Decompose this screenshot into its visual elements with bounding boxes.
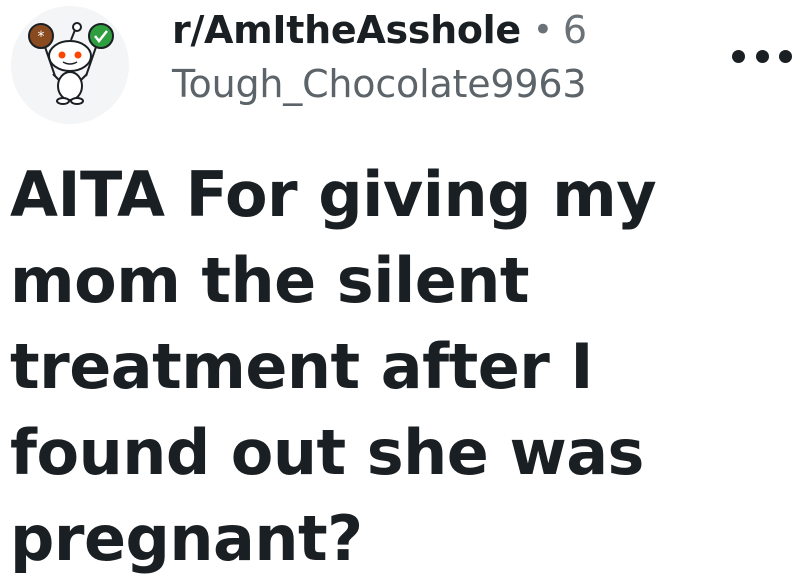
author-link[interactable]: Tough_Chocolate9963 — [172, 62, 587, 106]
post-age: 6 — [562, 8, 588, 52]
post-meta: r/AmItheAsshole • 6 Tough_Chocolate9963 — [172, 4, 587, 106]
more-options-icon — [732, 49, 745, 63]
subreddit-line: r/AmItheAsshole • 6 — [172, 4, 587, 56]
subreddit-avatar[interactable]: * — [11, 6, 129, 124]
post-header: * r/AmItheAsshole • 6 Tough_Chocolate996… — [0, 0, 800, 140]
separator-dot: • — [532, 10, 553, 50]
reddit-snoo-icon: * — [28, 22, 114, 105]
more-options-icon — [755, 49, 769, 63]
subreddit-link[interactable]: r/AmItheAsshole — [172, 8, 521, 52]
post-title[interactable]: AITA For giving my mom the silent treatm… — [10, 152, 790, 582]
more-options-icon — [779, 49, 792, 63]
svg-text:*: * — [38, 29, 45, 45]
more-options-button[interactable] — [732, 36, 792, 76]
